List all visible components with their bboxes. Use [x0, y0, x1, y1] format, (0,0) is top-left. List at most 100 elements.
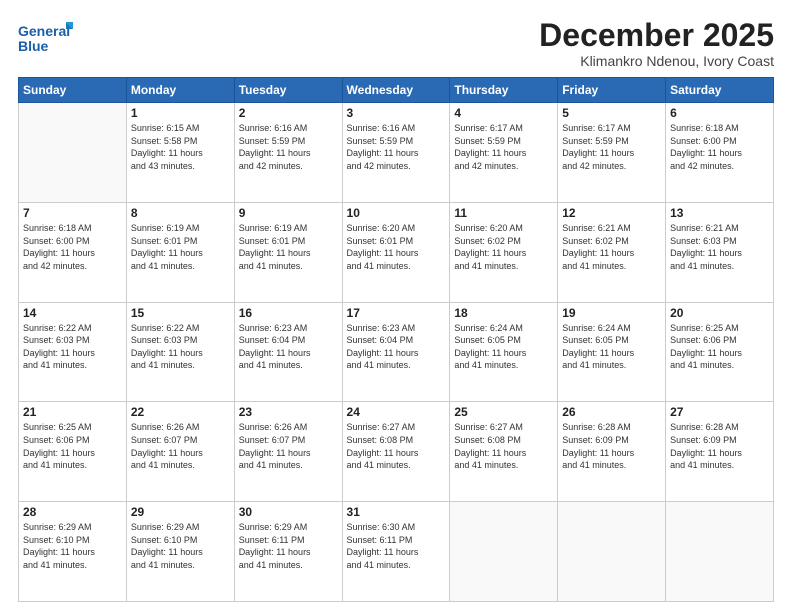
day-info: Sunrise: 6:16 AMSunset: 5:59 PMDaylight:…	[347, 122, 446, 172]
day-info: Sunrise: 6:22 AMSunset: 6:03 PMDaylight:…	[131, 322, 230, 372]
day-info: Sunrise: 6:23 AMSunset: 6:04 PMDaylight:…	[347, 322, 446, 372]
calendar-cell: 21 Sunrise: 6:25 AMSunset: 6:06 PMDayligh…	[19, 402, 127, 502]
calendar-cell: 29 Sunrise: 6:29 AMSunset: 6:10 PMDayligh…	[126, 502, 234, 602]
calendar-cell: 12Sunrise: 6:21 AMSunset: 6:02 PMDayligh…	[558, 202, 666, 302]
day-info: Sunrise: 6:26 AMSunset: 6:07 PMDaylight:…	[131, 421, 230, 471]
day-info: Sunrise: 6:24 AMSunset: 6:05 PMDaylight:…	[562, 322, 661, 372]
header-day-sunday: Sunday	[19, 78, 127, 103]
svg-text:Blue: Blue	[18, 38, 49, 54]
day-number: 31	[347, 505, 446, 519]
week-row-5: 28 Sunrise: 6:29 AMSunset: 6:10 PMDayligh…	[19, 502, 774, 602]
calendar-cell: 20 Sunrise: 6:25 AMSunset: 6:06 PMDayligh…	[666, 302, 774, 402]
day-number: 29	[131, 505, 230, 519]
day-number: 7	[23, 206, 122, 220]
day-info: Sunrise: 6:19 AMSunset: 6:01 PMDaylight:…	[239, 222, 338, 272]
calendar-cell: 25 Sunrise: 6:27 AMSunset: 6:08 PMDayligh…	[450, 402, 558, 502]
day-info: Sunrise: 6:22 AMSunset: 6:03 PMDaylight:…	[23, 322, 122, 372]
day-number: 18	[454, 306, 553, 320]
day-number: 17	[347, 306, 446, 320]
svg-text:General: General	[18, 23, 70, 39]
day-info: Sunrise: 6:17 AMSunset: 5:59 PMDaylight:…	[562, 122, 661, 172]
calendar-cell: 7 Sunrise: 6:18 AMSunset: 6:00 PMDaylight…	[19, 202, 127, 302]
calendar-title: December 2025	[539, 18, 774, 53]
logo-svg: General Blue	[18, 18, 73, 58]
day-info: Sunrise: 6:27 AMSunset: 6:08 PMDaylight:…	[347, 421, 446, 471]
day-number: 28	[23, 505, 122, 519]
calendar-cell	[450, 502, 558, 602]
day-info: Sunrise: 6:19 AMSunset: 6:01 PMDaylight:…	[131, 222, 230, 272]
day-info: Sunrise: 6:15 AMSunset: 5:58 PMDaylight:…	[131, 122, 230, 172]
day-info: Sunrise: 6:29 AMSunset: 6:11 PMDaylight:…	[239, 521, 338, 571]
calendar-cell: 31 Sunrise: 6:30 AMSunset: 6:11 PMDayligh…	[342, 502, 450, 602]
calendar-cell: 22 Sunrise: 6:26 AMSunset: 6:07 PMDayligh…	[126, 402, 234, 502]
calendar-cell: 8Sunrise: 6:19 AMSunset: 6:01 PMDaylight…	[126, 202, 234, 302]
day-info: Sunrise: 6:27 AMSunset: 6:08 PMDaylight:…	[454, 421, 553, 471]
week-row-1: 1 Sunrise: 6:15 AMSunset: 5:58 PMDaylight…	[19, 103, 774, 203]
week-row-2: 7 Sunrise: 6:18 AMSunset: 6:00 PMDaylight…	[19, 202, 774, 302]
calendar-cell: 15 Sunrise: 6:22 AMSunset: 6:03 PMDayligh…	[126, 302, 234, 402]
header: General Blue December 2025 Klimankro Nde…	[18, 18, 774, 69]
day-info: Sunrise: 6:29 AMSunset: 6:10 PMDaylight:…	[23, 521, 122, 571]
page: General Blue December 2025 Klimankro Nde…	[0, 0, 792, 612]
day-number: 3	[347, 106, 446, 120]
calendar-cell: 11 Sunrise: 6:20 AMSunset: 6:02 PMDayligh…	[450, 202, 558, 302]
header-row: SundayMondayTuesdayWednesdayThursdayFrid…	[19, 78, 774, 103]
day-number: 10	[347, 206, 446, 220]
day-info: Sunrise: 6:17 AMSunset: 5:59 PMDaylight:…	[454, 122, 553, 172]
calendar-cell: 6Sunrise: 6:18 AMSunset: 6:00 PMDaylight…	[666, 103, 774, 203]
header-day-thursday: Thursday	[450, 78, 558, 103]
header-day-monday: Monday	[126, 78, 234, 103]
calendar-cell: 28 Sunrise: 6:29 AMSunset: 6:10 PMDayligh…	[19, 502, 127, 602]
day-info: Sunrise: 6:18 AMSunset: 6:00 PMDaylight:…	[23, 222, 122, 272]
day-info: Sunrise: 6:23 AMSunset: 6:04 PMDaylight:…	[239, 322, 338, 372]
week-row-3: 14Sunrise: 6:22 AMSunset: 6:03 PMDayligh…	[19, 302, 774, 402]
day-number: 21	[23, 405, 122, 419]
calendar-cell: 14Sunrise: 6:22 AMSunset: 6:03 PMDayligh…	[19, 302, 127, 402]
day-number: 30	[239, 505, 338, 519]
calendar-cell: 10Sunrise: 6:20 AMSunset: 6:01 PMDayligh…	[342, 202, 450, 302]
day-info: Sunrise: 6:28 AMSunset: 6:09 PMDaylight:…	[670, 421, 769, 471]
day-info: Sunrise: 6:30 AMSunset: 6:11 PMDaylight:…	[347, 521, 446, 571]
day-number: 27	[670, 405, 769, 419]
day-number: 20	[670, 306, 769, 320]
calendar-cell: 13Sunrise: 6:21 AMSunset: 6:03 PMDayligh…	[666, 202, 774, 302]
header-day-tuesday: Tuesday	[234, 78, 342, 103]
title-block: December 2025 Klimankro Ndenou, Ivory Co…	[539, 18, 774, 69]
day-number: 6	[670, 106, 769, 120]
calendar-cell: 30 Sunrise: 6:29 AMSunset: 6:11 PMDayligh…	[234, 502, 342, 602]
day-number: 13	[670, 206, 769, 220]
day-info: Sunrise: 6:25 AMSunset: 6:06 PMDaylight:…	[23, 421, 122, 471]
calendar-cell: 3 Sunrise: 6:16 AMSunset: 5:59 PMDaylight…	[342, 103, 450, 203]
day-number: 19	[562, 306, 661, 320]
calendar-cell	[19, 103, 127, 203]
day-number: 9	[239, 206, 338, 220]
day-info: Sunrise: 6:26 AMSunset: 6:07 PMDaylight:…	[239, 421, 338, 471]
day-number: 25	[454, 405, 553, 419]
day-info: Sunrise: 6:29 AMSunset: 6:10 PMDaylight:…	[131, 521, 230, 571]
calendar-cell: 23Sunrise: 6:26 AMSunset: 6:07 PMDayligh…	[234, 402, 342, 502]
calendar-cell: 18 Sunrise: 6:24 AMSunset: 6:05 PMDayligh…	[450, 302, 558, 402]
day-number: 15	[131, 306, 230, 320]
day-number: 1	[131, 106, 230, 120]
day-number: 5	[562, 106, 661, 120]
day-number: 24	[347, 405, 446, 419]
day-number: 11	[454, 206, 553, 220]
day-number: 2	[239, 106, 338, 120]
day-number: 12	[562, 206, 661, 220]
calendar-subtitle: Klimankro Ndenou, Ivory Coast	[539, 53, 774, 69]
day-info: Sunrise: 6:25 AMSunset: 6:06 PMDaylight:…	[670, 322, 769, 372]
header-day-wednesday: Wednesday	[342, 78, 450, 103]
day-number: 22	[131, 405, 230, 419]
day-info: Sunrise: 6:20 AMSunset: 6:02 PMDaylight:…	[454, 222, 553, 272]
calendar-cell: 5 Sunrise: 6:17 AMSunset: 5:59 PMDaylight…	[558, 103, 666, 203]
day-number: 26	[562, 405, 661, 419]
day-info: Sunrise: 6:24 AMSunset: 6:05 PMDaylight:…	[454, 322, 553, 372]
calendar-cell: 19 Sunrise: 6:24 AMSunset: 6:05 PMDayligh…	[558, 302, 666, 402]
day-number: 4	[454, 106, 553, 120]
calendar-cell: 2Sunrise: 6:16 AMSunset: 5:59 PMDaylight…	[234, 103, 342, 203]
calendar-cell: 24 Sunrise: 6:27 AMSunset: 6:08 PMDayligh…	[342, 402, 450, 502]
calendar-cell: 9 Sunrise: 6:19 AMSunset: 6:01 PMDaylight…	[234, 202, 342, 302]
calendar-cell	[666, 502, 774, 602]
calendar-cell: 1 Sunrise: 6:15 AMSunset: 5:58 PMDaylight…	[126, 103, 234, 203]
day-number: 16	[239, 306, 338, 320]
